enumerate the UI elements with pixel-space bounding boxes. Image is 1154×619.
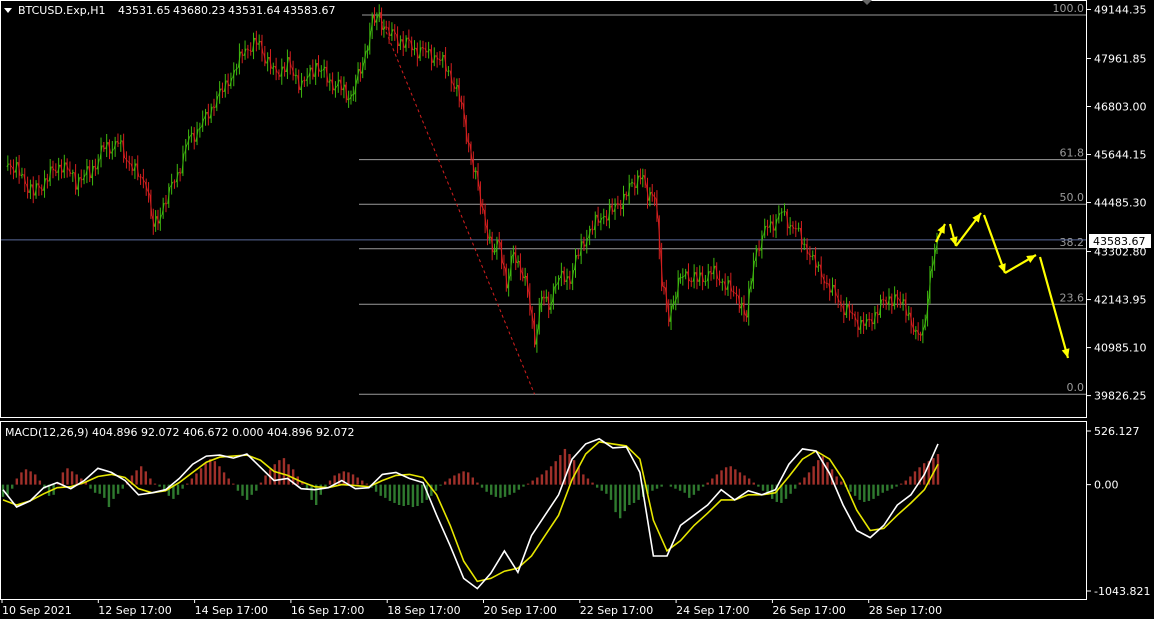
fib-level-label: 61.8: [1060, 147, 1085, 160]
forecast-arrow-shaft[interactable]: [1038, 256, 1070, 359]
candle-body: [602, 215, 606, 219]
time-tick-label: 18 Sep 17:00: [387, 604, 460, 617]
candle-body: [164, 202, 168, 205]
price-tick-label: 44485.30: [1094, 197, 1147, 210]
macd-main-line: [2, 437, 939, 590]
shift-marker-icon[interactable]: [862, 0, 872, 5]
fibonacci-retracement[interactable]: 100.0 61.8 50.0 38.2 23.6 0.0: [359, 2, 1086, 395]
candle-body: [523, 275, 527, 279]
time-tick-label: 22 Sep 17:00: [580, 604, 653, 617]
forecast-arrowhead-icon[interactable]: [998, 263, 1006, 273]
fib-level-label: 38.2: [1060, 236, 1085, 249]
candle-body: [488, 236, 492, 239]
candle-body: [850, 312, 854, 315]
chart-menu-triangle-icon[interactable]: [4, 8, 12, 13]
candle-body: [577, 254, 580, 257]
candle-body: [811, 254, 815, 258]
candle-body: [545, 296, 548, 299]
candle-body: [780, 211, 783, 214]
candle-body: [249, 49, 253, 53]
macd-tick-label: 526.127: [1094, 425, 1140, 438]
macd-signal-line: [2, 440, 939, 583]
candle-body: [438, 58, 442, 62]
fib-level-label: 100.0: [1053, 2, 1085, 15]
price-tick-label: 40985.10: [1094, 342, 1147, 355]
time-tick-label: 10 Sep 2021: [2, 604, 72, 617]
candle-body: [352, 93, 355, 96]
ohlc-low: 43531.64: [228, 4, 281, 17]
candle-body: [690, 280, 693, 283]
candle-body: [882, 299, 885, 301]
macd-tick-label: -1043.821: [1094, 585, 1150, 598]
candle-body: [474, 170, 477, 173]
time-tick-label: 26 Sep 17:00: [772, 604, 845, 617]
current-price-label: 43583.67: [1093, 235, 1146, 248]
candle-body: [20, 173, 24, 177]
candle-body: [591, 228, 594, 231]
time-tick-label: 12 Sep 17:00: [98, 604, 171, 617]
candle-body: [421, 46, 425, 49]
candle-body: [447, 70, 450, 72]
candle-body: [766, 225, 769, 228]
candlestick-series: [6, 4, 939, 353]
forecast-arrow-shaft[interactable]: [982, 214, 1007, 274]
time-tick-label: 28 Sep 17:00: [869, 604, 942, 617]
time-tick-label: 24 Sep 17:00: [676, 604, 749, 617]
ohlc-open: 43531.65: [118, 4, 171, 17]
price-tick-label: 45644.15: [1094, 149, 1147, 162]
candle-body: [347, 98, 350, 101]
price-tick-label: 39826.25: [1094, 390, 1147, 403]
candle-body: [662, 286, 666, 288]
macd-indicator-label: MACD(12,26,9) 404.896 92.072 406.672 0.0…: [5, 426, 354, 439]
ohlc-high: 43680.23: [173, 4, 226, 17]
fib-level-label: 0.0: [1067, 381, 1085, 394]
candle-body: [178, 171, 182, 174]
candle-body: [797, 227, 800, 230]
macd-histogram: [1, 448, 940, 519]
candle-body: [914, 329, 918, 332]
price-axis: 49144.35 47961.85 46803.00 45644.15 44485.30…: [1086, 3, 1147, 403]
forecast-arrows[interactable]: [935, 212, 1070, 359]
candle-body: [542, 296, 546, 299]
time-tick-label: 20 Sep 17:00: [484, 604, 557, 617]
macd-panel-frame: [0, 421, 1087, 600]
chart-canvas: 100.0 61.8 50.0 38.2 23.6 0.0 49144.35 47961.8…: [0, 0, 1151, 617]
candle-body: [681, 276, 685, 279]
symbol-header: BTCUSD.Exp,H1: [18, 4, 106, 17]
fib-level-label: 23.6: [1060, 291, 1085, 304]
candle-body: [320, 69, 323, 72]
macd-axis: 526.127 0.00 -1043.821: [1086, 425, 1150, 598]
candle-body: [212, 106, 216, 109]
price-tick-label: 49144.35: [1094, 3, 1147, 16]
ohlc-close: 43583.67: [283, 4, 336, 17]
candle-body: [294, 74, 298, 77]
time-tick-label: 16 Sep 17:00: [291, 604, 364, 617]
candle-body: [919, 333, 922, 336]
candle-body: [366, 49, 369, 52]
candle-body: [721, 281, 724, 284]
candle-body: [704, 280, 707, 283]
fib-level-label: 50.0: [1060, 191, 1085, 204]
time-tick-label: 14 Sep 17:00: [195, 604, 268, 617]
price-tick-label: 47961.85: [1094, 52, 1147, 65]
candle-body: [516, 260, 520, 264]
price-tick-label: 42143.95: [1094, 294, 1147, 307]
candle-body: [246, 48, 250, 51]
time-axis: 10 Sep 2021 12 Sep 17:00 14 Sep 17:00 16 Se…: [1, 599, 942, 617]
candle-body: [385, 26, 388, 28]
price-tick-label: 46803.00: [1094, 100, 1147, 113]
candle-body: [732, 291, 735, 294]
candle-body: [71, 171, 75, 175]
macd-tick-label: 0.00: [1094, 479, 1119, 492]
